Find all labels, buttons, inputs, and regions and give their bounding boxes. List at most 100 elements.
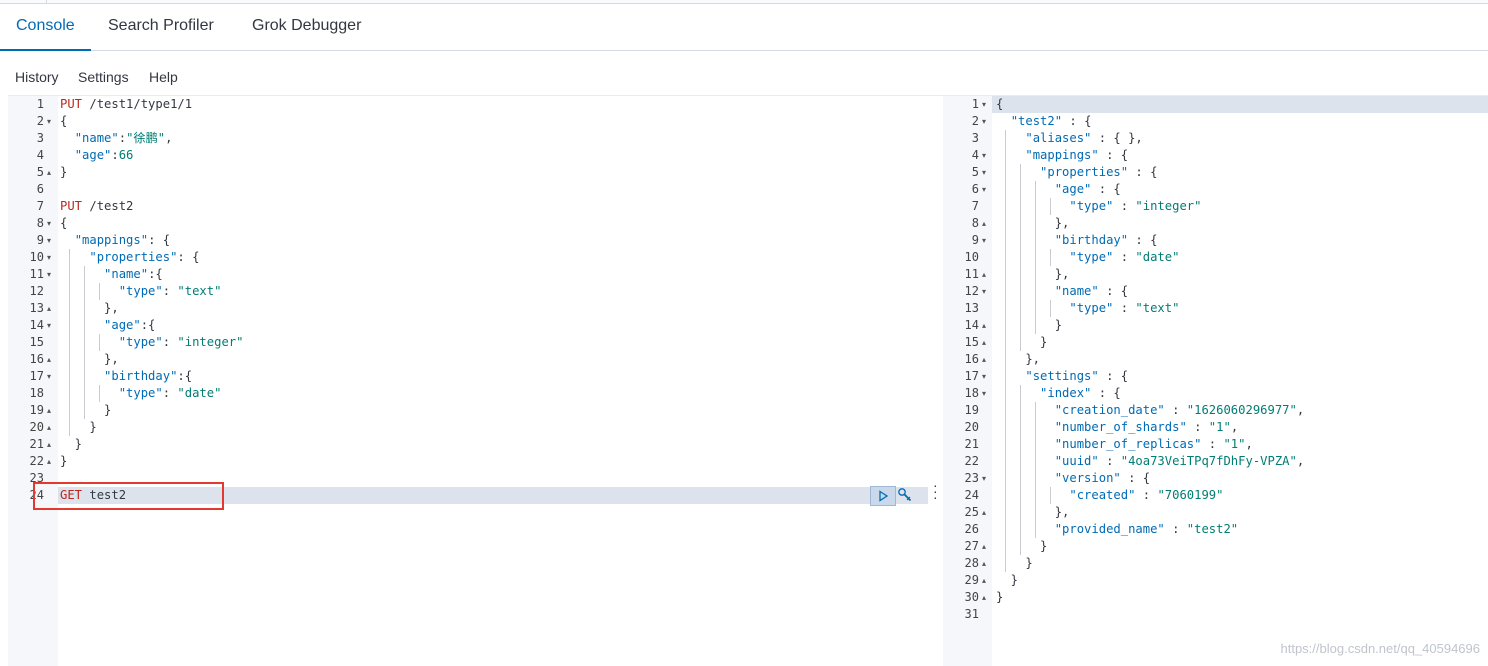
fold-close-icon[interactable]: ▴ xyxy=(47,351,51,368)
code-line[interactable]: } xyxy=(60,453,67,470)
code-line[interactable]: "provided_name" : "test2" xyxy=(996,521,1238,538)
code-line[interactable]: { xyxy=(996,96,1003,113)
code-line[interactable]: "creation_date" : "1626060296977", xyxy=(996,402,1304,419)
code-line[interactable]: }, xyxy=(996,504,1070,521)
code-line[interactable]: "settings" : { xyxy=(996,368,1128,385)
code-line[interactable]: "birthday":{ xyxy=(60,368,192,385)
fold-open-icon[interactable]: ▾ xyxy=(47,317,51,334)
fold-open-icon[interactable]: ▾ xyxy=(982,470,986,487)
pane-resizer[interactable]: · · · xyxy=(928,96,943,666)
line-number: 20 xyxy=(29,420,44,434)
code-line[interactable]: "number_of_shards" : "1", xyxy=(996,419,1238,436)
fold-open-icon[interactable]: ▾ xyxy=(47,266,51,283)
play-icon[interactable] xyxy=(870,486,896,506)
fold-close-icon[interactable]: ▴ xyxy=(47,300,51,317)
code-line[interactable]: }, xyxy=(996,215,1070,232)
fold-close-icon[interactable]: ▴ xyxy=(982,589,986,606)
fold-close-icon[interactable]: ▴ xyxy=(982,504,986,521)
fold-open-icon[interactable]: ▾ xyxy=(982,96,986,113)
menu-settings[interactable]: Settings xyxy=(78,62,129,92)
code-line[interactable]: "index" : { xyxy=(996,385,1121,402)
fold-open-icon[interactable]: ▾ xyxy=(982,113,986,130)
code-line[interactable]: "aliases" : { }, xyxy=(996,130,1142,147)
code-line[interactable]: "mappings" : { xyxy=(996,147,1128,164)
indent-guide xyxy=(1049,487,1051,504)
code-line[interactable]: "properties": { xyxy=(60,249,199,266)
fold-open-icon[interactable]: ▾ xyxy=(982,232,986,249)
indent-guide xyxy=(99,334,100,351)
fold-open-icon[interactable]: ▾ xyxy=(982,147,986,164)
code-line[interactable]: "name":{ xyxy=(60,266,163,283)
fold-close-icon[interactable]: ▴ xyxy=(982,538,986,555)
code-line[interactable]: } xyxy=(60,164,67,181)
fold-open-icon[interactable]: ▾ xyxy=(47,368,51,385)
fold-open-icon[interactable]: ▾ xyxy=(982,385,986,402)
code-line[interactable]: "type" : "integer" xyxy=(996,198,1201,215)
tab-console[interactable]: Console xyxy=(0,4,91,51)
wrench-icon[interactable] xyxy=(897,487,913,505)
code-line[interactable]: "age" : { xyxy=(996,181,1121,198)
drag-handle-icon[interactable]: · · · xyxy=(933,478,938,504)
code-line[interactable]: } xyxy=(60,402,111,419)
code-line[interactable]: } xyxy=(996,589,1003,606)
fold-open-icon[interactable]: ▾ xyxy=(47,215,51,232)
code-line[interactable]: }, xyxy=(996,351,1040,368)
menu-help[interactable]: Help xyxy=(149,62,178,92)
fold-close-icon[interactable]: ▴ xyxy=(982,555,986,572)
code-line[interactable]: { xyxy=(60,113,67,130)
fold-close-icon[interactable]: ▴ xyxy=(982,334,986,351)
code-line[interactable]: } xyxy=(996,334,1047,351)
fold-close-icon[interactable]: ▴ xyxy=(982,215,986,232)
line-number: 9 xyxy=(971,233,979,247)
code-line[interactable]: "version" : { xyxy=(996,470,1150,487)
fold-close-icon[interactable]: ▴ xyxy=(47,164,51,181)
fold-open-icon[interactable]: ▾ xyxy=(47,113,51,130)
code-line[interactable]: "test2" : { xyxy=(996,113,1092,130)
fold-close-icon[interactable]: ▴ xyxy=(982,572,986,589)
code-line[interactable]: "name" : { xyxy=(996,283,1128,300)
fold-open-icon[interactable]: ▾ xyxy=(982,164,986,181)
fold-open-icon[interactable]: ▾ xyxy=(982,368,986,385)
fold-close-icon[interactable]: ▴ xyxy=(982,351,986,368)
line-number: 23 xyxy=(964,471,979,485)
code-line[interactable]: "type" : "date" xyxy=(996,249,1179,266)
indent-guide xyxy=(1005,130,1007,572)
code-line[interactable]: "type": "integer" xyxy=(60,334,244,351)
code-line[interactable]: } xyxy=(60,436,82,453)
line-number: 14 xyxy=(29,318,44,332)
code-line[interactable]: } xyxy=(996,538,1047,555)
indent-guide xyxy=(1049,300,1051,317)
code-line[interactable]: } xyxy=(996,572,1018,589)
code-line[interactable]: "age":66 xyxy=(60,147,134,164)
code-line[interactable]: "type" : "text" xyxy=(996,300,1179,317)
request-editor[interactable]: PUT /test1/type1/1{ "name":"徐鹏", "age":6… xyxy=(8,96,928,666)
code-line[interactable]: "uuid" : "4oa73VeiTPq7fDhFy-VPZA", xyxy=(996,453,1305,470)
tab-grok-debugger[interactable]: Grok Debugger xyxy=(252,4,361,51)
code-line[interactable]: PUT /test1/type1/1 xyxy=(60,96,192,113)
code-line[interactable]: } xyxy=(60,419,96,436)
fold-close-icon[interactable]: ▴ xyxy=(982,266,986,283)
fold-open-icon[interactable]: ▾ xyxy=(982,283,986,300)
code-line[interactable]: { xyxy=(60,215,67,232)
menu-history[interactable]: History xyxy=(15,62,59,92)
code-line[interactable]: "created" : "7060199" xyxy=(996,487,1223,504)
fold-close-icon[interactable]: ▴ xyxy=(47,419,51,436)
active-line-highlight xyxy=(943,96,1488,113)
code-line[interactable]: "mappings": { xyxy=(60,232,170,249)
code-line[interactable]: "name":"徐鹏", xyxy=(60,130,173,147)
line-number: 15 xyxy=(29,335,44,349)
line-number: 16 xyxy=(29,352,44,366)
code-line[interactable]: } xyxy=(996,555,1032,572)
code-line[interactable]: "age":{ xyxy=(60,317,155,334)
fold-close-icon[interactable]: ▴ xyxy=(47,436,51,453)
fold-open-icon[interactable]: ▾ xyxy=(982,181,986,198)
fold-close-icon[interactable]: ▴ xyxy=(47,453,51,470)
tab-search-profiler[interactable]: Search Profiler xyxy=(108,4,214,51)
fold-close-icon[interactable]: ▴ xyxy=(47,402,51,419)
code-line[interactable]: PUT /test2 xyxy=(60,198,133,215)
response-viewer[interactable]: { "test2" : { "aliases" : { }, "mappings… xyxy=(943,96,1488,666)
fold-close-icon[interactable]: ▴ xyxy=(982,317,986,334)
code-line[interactable]: }, xyxy=(996,266,1070,283)
fold-open-icon[interactable]: ▾ xyxy=(47,232,51,249)
fold-open-icon[interactable]: ▾ xyxy=(47,249,51,266)
